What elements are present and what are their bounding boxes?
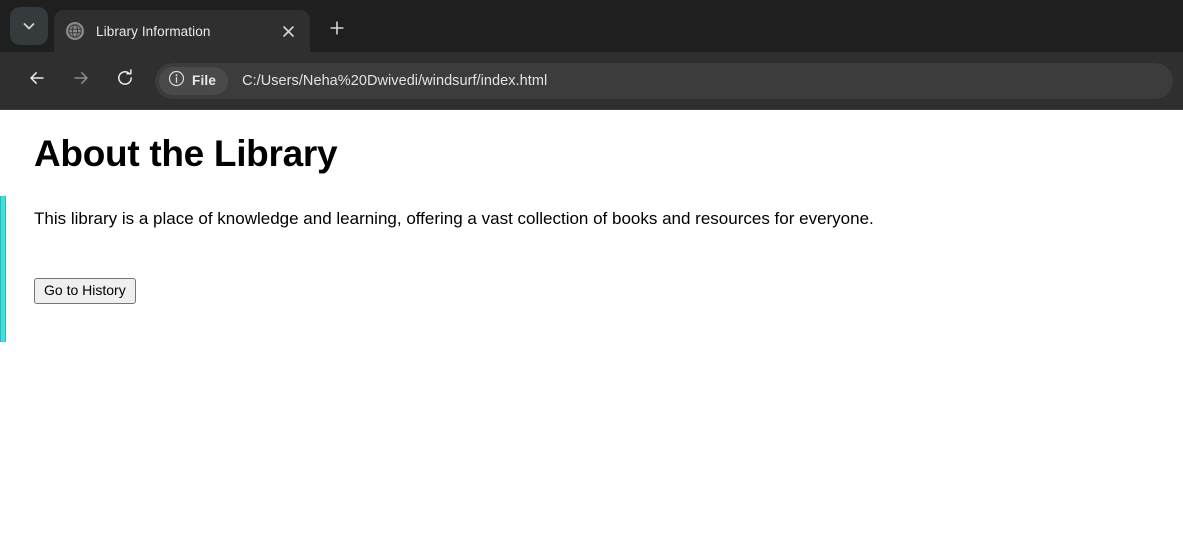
back-button[interactable]: [19, 63, 55, 99]
page-title: About the Library: [34, 133, 338, 174]
reload-icon: [115, 68, 135, 93]
page-viewport: About the Library This library is a plac…: [0, 110, 1183, 537]
chevron-down-icon: [21, 18, 37, 34]
address-bar[interactable]: File C:/Users/Neha%20Dwivedi/windsurf/in…: [155, 62, 1173, 99]
site-info-button[interactable]: File: [159, 66, 229, 95]
browser-toolbar: File C:/Users/Neha%20Dwivedi/windsurf/in…: [0, 52, 1183, 110]
tab-search-button[interactable]: [10, 7, 48, 45]
reload-button[interactable]: [107, 63, 143, 99]
close-icon[interactable]: [276, 19, 300, 43]
tab-strip: Library Information: [0, 0, 1183, 52]
scheme-label: File: [192, 73, 217, 88]
go-to-history-button[interactable]: Go to History: [34, 278, 136, 305]
new-tab-button[interactable]: [320, 13, 354, 47]
globe-icon: [66, 22, 84, 40]
back-arrow-icon: [27, 68, 47, 93]
plus-icon: [329, 20, 345, 41]
url-text: C:/Users/Neha%20Dwivedi/windsurf/index.h…: [242, 72, 548, 89]
info-circle-icon: [168, 70, 185, 92]
tab-library-information[interactable]: Library Information: [54, 10, 310, 52]
browser-window: Library Information File C:/Users/Neha%2…: [0, 0, 1183, 537]
forward-button[interactable]: [63, 63, 99, 99]
page-description: This library is a place of knowledge and…: [34, 209, 874, 228]
tab-title: Library Information: [96, 23, 211, 39]
accent-bar: [0, 196, 6, 342]
forward-arrow-icon: [71, 68, 91, 93]
